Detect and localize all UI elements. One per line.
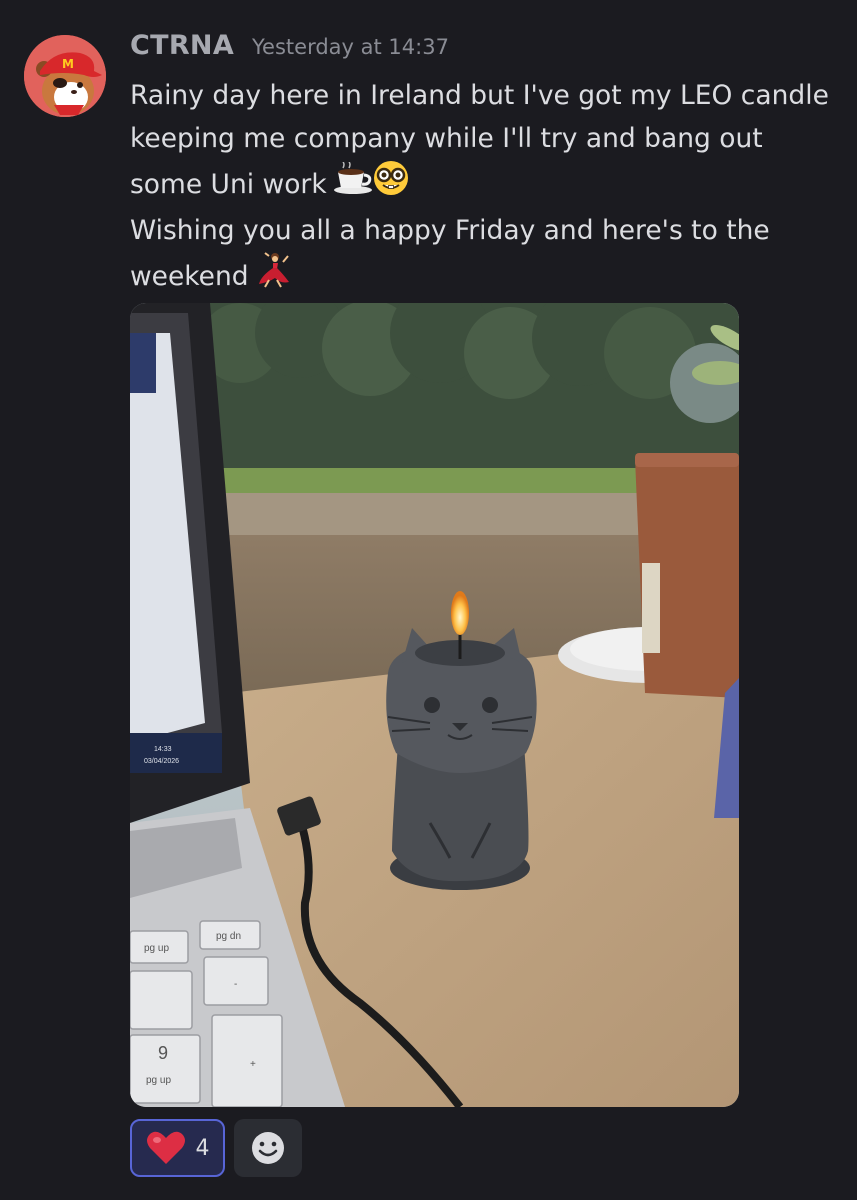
username[interactable]: CTRNA — [130, 30, 234, 61]
candle-photo: 14:33 03/04/2026 pg up pg dn 9 pg up - + — [130, 303, 739, 1107]
message-line: Rainy day here in Ireland but I've got m… — [130, 74, 845, 117]
user-avatar[interactable]: M — [24, 35, 106, 117]
timestamp[interactable]: Yesterday at 14:37 — [252, 35, 449, 59]
reaction-count: 4 — [195, 1135, 210, 1161]
coffee-emoji[interactable] — [333, 161, 373, 207]
key-label: 9 — [158, 1043, 168, 1063]
heart-reaction-button[interactable]: 4 — [130, 1119, 225, 1177]
message-text: Wishing you all a happy Friday and here'… — [130, 215, 770, 246]
chat-message: M CTRNA Yesterday at 14:37 Rainy day her… — [0, 0, 857, 1200]
smiley-add-reaction-icon — [252, 1132, 284, 1164]
message-text: some Uni work — [130, 169, 327, 200]
nerd-face-emoji[interactable] — [373, 160, 409, 209]
key-label: pg up — [146, 1075, 171, 1086]
add-reaction-button[interactable] — [234, 1119, 302, 1177]
message-line: some Uni work — [130, 160, 845, 209]
svg-text:M: M — [62, 57, 74, 71]
laptop-clock-time: 14:33 — [154, 746, 172, 753]
laptop-clock-date: 03/04/2026 — [144, 758, 179, 765]
dancer-emoji[interactable] — [255, 252, 291, 301]
image-attachment[interactable]: 14:33 03/04/2026 pg up pg dn 9 pg up - + — [130, 303, 739, 1107]
key-label: pg dn — [216, 931, 241, 942]
message-text: keeping me company while I'll try and ba… — [130, 123, 763, 154]
message-text: Rainy day here in Ireland but I've got m… — [130, 80, 829, 111]
message-text: weekend — [130, 261, 249, 292]
heart-emoji-icon — [146, 1131, 185, 1164]
hamster-avatar-icon: M — [24, 35, 106, 117]
message-content: Rainy day here in Ireland but I've got m… — [130, 74, 845, 301]
message-line: keeping me company while I'll try and ba… — [130, 117, 845, 160]
key-label: + — [250, 1059, 256, 1070]
message-line: Wishing you all a happy Friday and here'… — [130, 209, 845, 252]
reaction-bar: 4 — [130, 1119, 302, 1177]
message-header: CTRNA Yesterday at 14:37 — [130, 30, 449, 61]
key-label: - — [234, 979, 237, 990]
key-label: pg up — [144, 943, 169, 954]
message-line: weekend — [130, 252, 845, 301]
